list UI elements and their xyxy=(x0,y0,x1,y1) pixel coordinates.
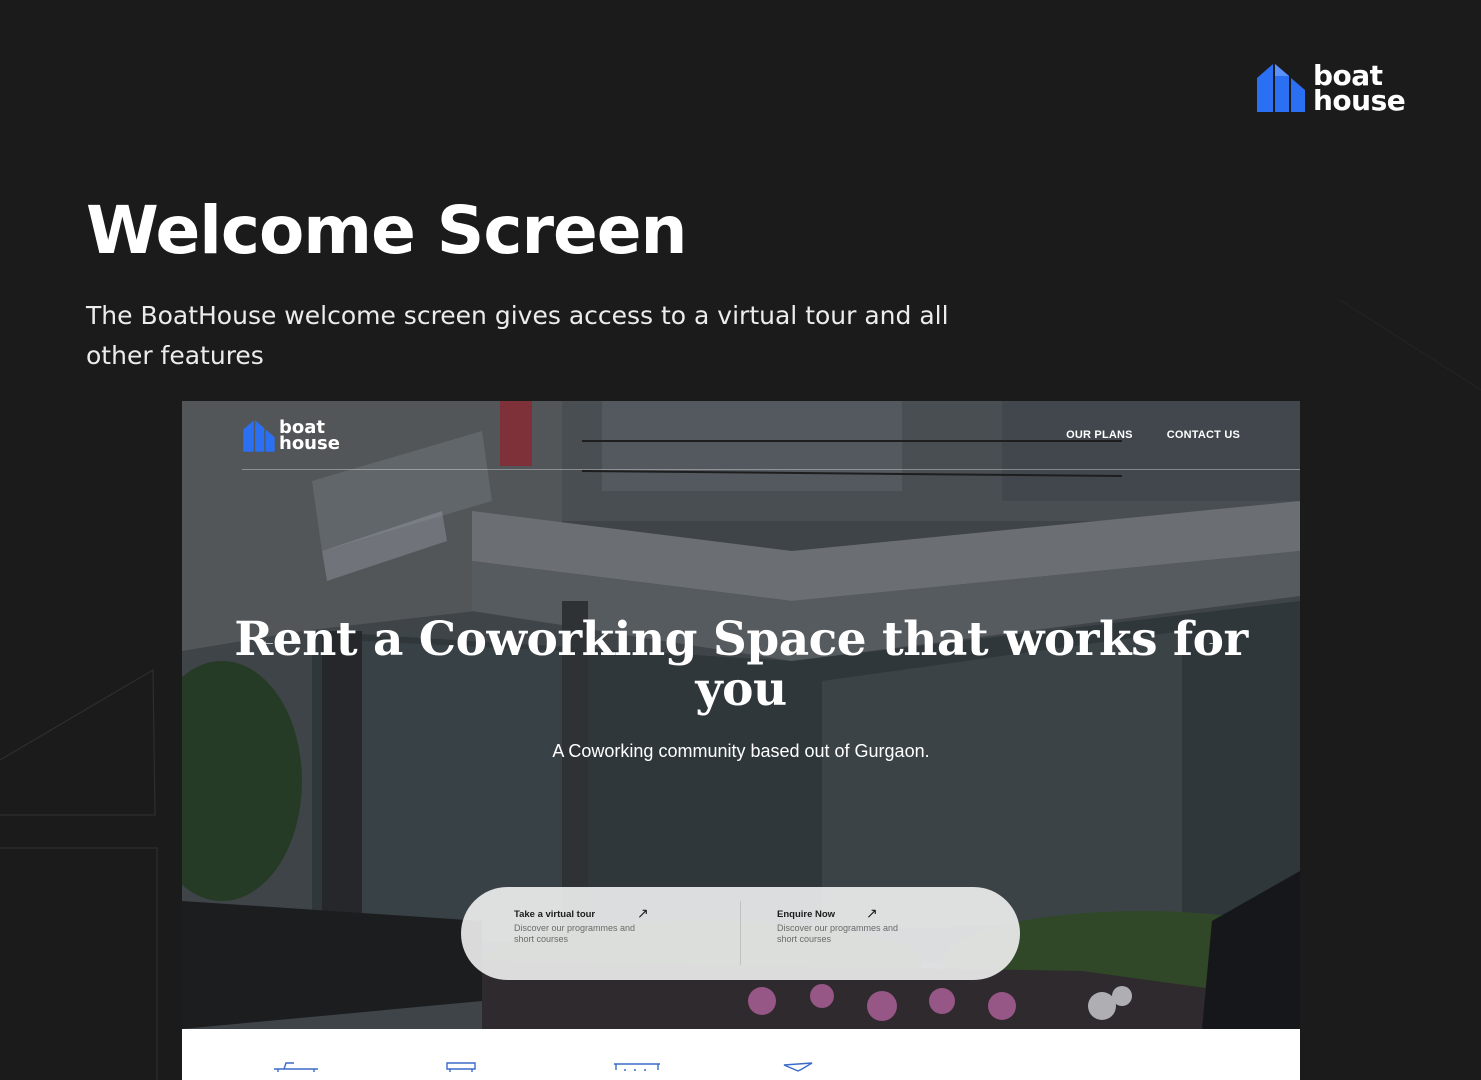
cta-description: Discover our programmes and short course… xyxy=(514,923,636,944)
hero-subtitle: A Coworking community based out of Gurga… xyxy=(552,741,930,761)
cta-divider xyxy=(740,901,741,965)
nav-our-plans[interactable]: OUR PLANS xyxy=(1066,429,1133,441)
hero-section: boat house OUR PLANS CONTACT US ← → Rent… xyxy=(182,401,1300,1029)
page-description: The BoatHouse welcome screen gives acces… xyxy=(86,301,949,370)
arrow-up-right-icon[interactable]: ↗ xyxy=(866,905,878,922)
nav-contact-us[interactable]: CONTACT US xyxy=(1167,429,1240,441)
enquire-now-cta[interactable]: Enquire Now Discover our programmes and … xyxy=(777,909,927,945)
sofa-icon xyxy=(446,1062,476,1072)
counter-icon xyxy=(614,1063,660,1071)
desk-icon xyxy=(274,1062,318,1072)
site-logo-line-2: house xyxy=(279,433,340,454)
house-logo-icon xyxy=(243,420,275,452)
lamp-icon xyxy=(783,1062,813,1072)
cta-description: Discover our programmes and short course… xyxy=(777,923,899,944)
page-title: Welcome Screen xyxy=(86,192,688,269)
hero-title: Rent a Coworking Space that works for yo… xyxy=(234,612,1248,717)
site-nav: OUR PLANS CONTACT US xyxy=(1066,429,1240,441)
cta-title: Enquire Now xyxy=(777,909,836,920)
website-mockup: boat house OUR PLANS CONTACT US ← → Rent… xyxy=(182,401,1300,1080)
cta-bar: Take a virtual tour Discover our program… xyxy=(461,887,1020,980)
arrow-up-right-icon[interactable]: ↗ xyxy=(637,905,649,922)
amenities-strip xyxy=(182,1029,1300,1080)
house-logo-icon xyxy=(1257,64,1305,112)
brand-line-2: house xyxy=(1313,84,1406,117)
nav-divider xyxy=(242,469,1300,470)
site-logo[interactable]: boat house xyxy=(242,419,340,453)
brand-logo: boat house xyxy=(1255,60,1415,116)
